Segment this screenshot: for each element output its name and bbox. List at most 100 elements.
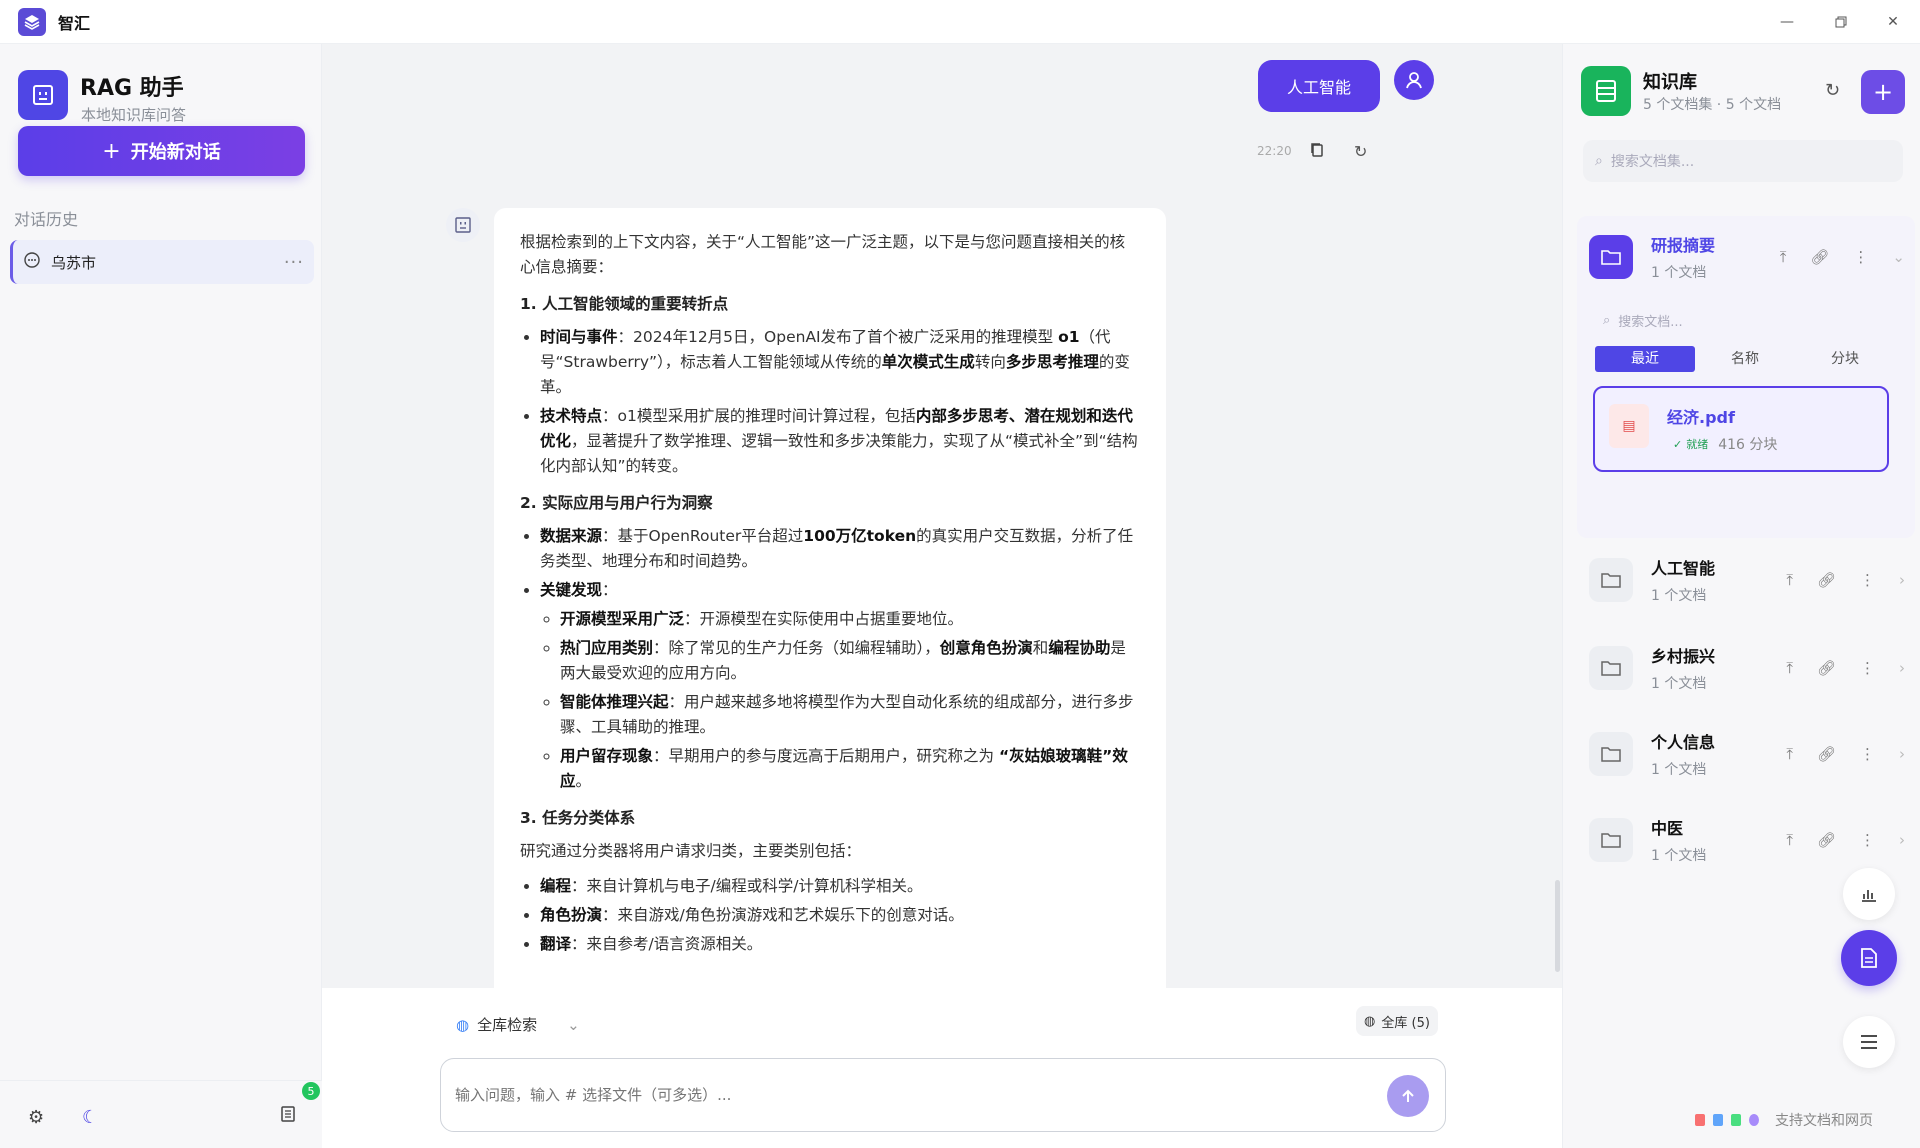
more-vertical-icon[interactable]: ⋮ [1860, 745, 1875, 763]
new-chat-button[interactable]: + 开始新对话 [18, 126, 305, 176]
item-text: ：开源模型在实际使用中占据重要地位。 [684, 610, 964, 628]
bot-avatar-icon [446, 208, 480, 242]
refresh-icon[interactable]: ↻ [1825, 80, 1840, 101]
regenerate-icon[interactable]: ↻ [1354, 142, 1367, 161]
upload-icon[interactable]: ⤒ [1780, 248, 1787, 266]
chevron-right-icon[interactable]: › [1899, 831, 1905, 849]
document-search-placeholder: 搜索文档... [1618, 314, 1683, 330]
more-vertical-icon[interactable]: ⋮ [1853, 248, 1868, 266]
dark-mode-moon-icon[interactable]: ☾ [82, 1107, 98, 1128]
collection-count: 1 个文档 [1651, 588, 1707, 604]
answer-sublist-item: 用户留存现象：早期用户的参与度远高于后期用户，研究称之为 “灰姑娘玻璃鞋”效应。 [560, 744, 1140, 794]
collection-header[interactable]: 研报摘要 1 个文档 [1589, 232, 1715, 282]
sort-tab-name[interactable]: 名称 [1695, 346, 1795, 372]
answer-sublist-item: 开源模型采用广泛：开源模型在实际使用中占据重要地位。 [560, 607, 1140, 632]
item-text: ：2024年12月5日，OpenAI发布了首个被广泛采用的推理模型 [617, 328, 1059, 346]
copy-icon[interactable] [1310, 142, 1324, 162]
item-text: ：o1模型采用扩展的推理时间计算过程，包括 [602, 407, 916, 425]
knowledge-base-icon [1581, 66, 1631, 116]
sort-tab-chunks[interactable]: 分块 [1795, 346, 1895, 372]
collection-actions: ⤒ 🔗︎ ⋮ › [1786, 831, 1905, 849]
chat-scrollbar[interactable] [1555, 880, 1560, 972]
item-text: 转向 [974, 353, 1006, 371]
link-icon[interactable]: 🔗︎ [1817, 659, 1836, 677]
robot-icon [18, 70, 68, 120]
chevron-down-icon[interactable]: ⌄ [1892, 248, 1905, 266]
item-text: ：来自游戏/角色扮演游戏和艺术娱乐下的创意对话。 [602, 906, 964, 924]
title-bar: 智汇 — ✕ [0, 0, 1920, 44]
pdf-file-icon: ▤ [1609, 404, 1649, 448]
folder-icon [1589, 558, 1633, 602]
menu-button[interactable] [1843, 1016, 1895, 1068]
more-horizontal-icon[interactable]: ··· [284, 252, 304, 273]
more-vertical-icon[interactable]: ⋮ [1860, 659, 1875, 677]
collection-count: 1 个文档 [1651, 676, 1707, 692]
sort-tab-recent[interactable]: 最近 [1595, 346, 1695, 372]
item-label: 热门应用类别 [560, 639, 654, 657]
message-input[interactable] [455, 1081, 1355, 1109]
document-list-icon[interactable] [280, 1105, 296, 1128]
bar-chart-icon [1862, 890, 1876, 902]
web-mini-icon [1749, 1114, 1759, 1126]
new-chat-label: 开始新对话 [130, 142, 221, 163]
item-label: 用户留存现象 [560, 747, 654, 765]
document-search[interactable]: ⌕ 搜索文档... [1597, 304, 1895, 336]
upload-icon[interactable]: ⤒ [1786, 831, 1793, 849]
arrow-up-icon [1402, 1089, 1414, 1102]
chevron-right-icon[interactable]: › [1899, 745, 1905, 763]
collection-search[interactable]: ⌕ 搜索文档集... [1583, 140, 1903, 182]
assistant-subtitle: 本地知识库问答 [81, 106, 187, 124]
answer-section-title: 1. 人工智能领域的重要转折点 [520, 295, 729, 313]
more-vertical-icon[interactable]: ⋮ [1860, 831, 1875, 849]
scope-pill[interactable]: ◍ 全库 (5) [1356, 1006, 1438, 1036]
settings-gear-icon[interactable]: ⚙ [28, 1107, 44, 1128]
collection-row[interactable]: 人工智能 1 个文档 ⤒ 🔗︎ ⋮ › [1577, 542, 1915, 618]
answer-list-item: 数据来源：基于OpenRouter平台超过100万亿token的真实用户交互数据… [540, 524, 1140, 574]
upload-icon[interactable]: ⤒ [1786, 659, 1793, 677]
document-fab-button[interactable] [1841, 930, 1897, 986]
globe-icon: ◍ [456, 1015, 470, 1034]
upload-icon[interactable]: ⤒ [1786, 571, 1793, 589]
collection-row[interactable]: 中医 1 个文档 ⤒ 🔗︎ ⋮ › [1577, 802, 1915, 878]
message-time: 22:20 [1257, 144, 1292, 158]
collection-expanded: 研报摘要 1 个文档 ⤒ 🔗︎ ⋮ ⌄ ⌕ 搜索文档... 最近 名称 分块 ▤ [1577, 216, 1915, 538]
item-text: ：基于OpenRouter平台超过 [602, 527, 804, 545]
answer-sublist-item: 智能体推理兴起：用户越来越多地将模型作为大型自动化系统的组成部分，进行多步骤、工… [560, 690, 1140, 740]
more-vertical-icon[interactable]: ⋮ [1860, 571, 1875, 589]
close-icon[interactable]: ✕ [1866, 0, 1920, 44]
document-card[interactable]: ▤ 经济.pdf ✓ 就绪 416 分块 [1593, 386, 1889, 472]
restore-icon[interactable] [1814, 0, 1868, 44]
chevron-right-icon[interactable]: › [1899, 571, 1905, 589]
add-collection-button[interactable]: + [1861, 70, 1905, 114]
upload-icon[interactable]: ⤒ [1786, 745, 1793, 763]
collection-name: 乡村振兴 [1651, 647, 1716, 666]
item-bold: 编程协助 [1048, 639, 1111, 657]
answer-list-item: 角色扮演：来自游戏/角色扮演游戏和艺术娱乐下的创意对话。 [540, 903, 1140, 928]
sort-tabs: 最近 名称 分块 [1595, 346, 1895, 372]
item-text: ： [602, 581, 618, 599]
link-icon[interactable]: 🔗︎ [1817, 745, 1836, 763]
app-title: 智汇 [58, 13, 91, 33]
plus-icon: + [102, 138, 121, 164]
collection-row[interactable]: 乡村振兴 1 个文档 ⤒ 🔗︎ ⋮ › [1577, 630, 1915, 706]
bar-chart-button[interactable] [1843, 868, 1895, 920]
send-button[interactable] [1387, 1075, 1429, 1117]
link-icon[interactable]: 🔗︎ [1817, 571, 1836, 589]
minimize-icon[interactable]: — [1760, 0, 1814, 44]
notification-badge: 5 [302, 1082, 320, 1100]
search-scope-select[interactable]: ◍ 全库检索 ⌄ [456, 1014, 580, 1035]
assistant-name: RAG 助手 [80, 76, 184, 101]
collection-search-placeholder: 搜索文档集... [1610, 154, 1695, 170]
collection-row[interactable]: 个人信息 1 个文档 ⤒ 🔗︎ ⋮ › [1577, 716, 1915, 792]
item-bold: 创意角色扮演 [939, 639, 1033, 657]
link-icon[interactable]: 🔗︎ [1817, 831, 1836, 849]
sidebar-footer: ⚙ ☾ 5 [0, 1080, 322, 1148]
history-item[interactable]: 乌苏市 ··· [10, 240, 314, 284]
collection-name: 个人信息 [1651, 733, 1716, 752]
message-input-box [440, 1058, 1446, 1132]
chevron-right-icon[interactable]: › [1899, 659, 1905, 677]
assistant-answer: 根据检索到的上下文内容，关于“人工智能”这一广泛主题，以下是与您问题直接相关的核… [494, 208, 1166, 1028]
link-icon[interactable]: 🔗︎ [1810, 248, 1829, 266]
answer-section-title: 3. 任务分类体系 [520, 809, 636, 827]
item-label: 时间与事件 [540, 328, 618, 346]
